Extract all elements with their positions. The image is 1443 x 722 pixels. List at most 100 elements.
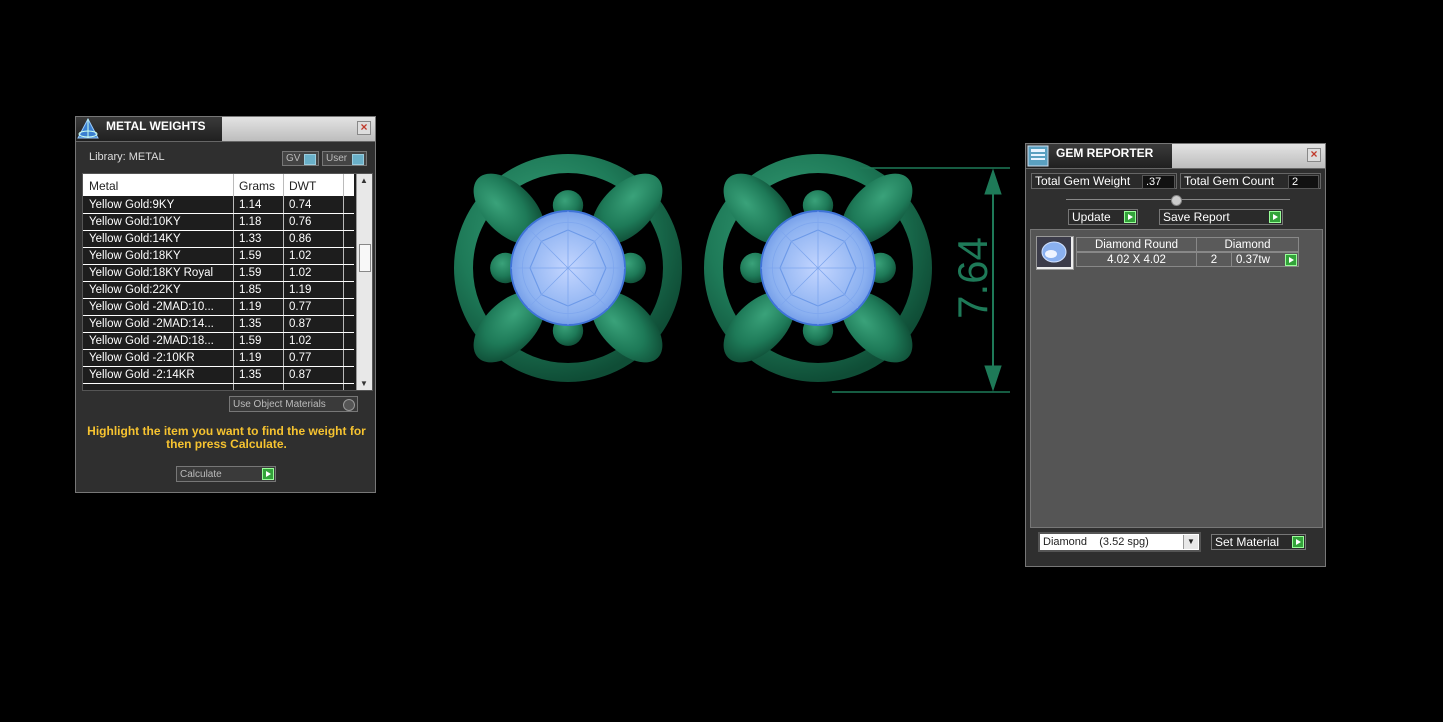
cell-dwt: 0.87 (289, 318, 312, 330)
metal-weights-panel: METAL WEIGHTS × Library: METAL GV User M… (75, 116, 376, 493)
cell-grams: 1.35 (239, 369, 262, 381)
table-row[interactable]: Yellow Gold:9KY 1.14 0.74 (83, 197, 354, 214)
3d-viewport[interactable]: 7.64 (440, 150, 1020, 410)
close-button[interactable]: × (357, 121, 371, 135)
set-material-label: Set Material (1215, 535, 1280, 549)
table-row[interactable]: Yellow Gold:18KY 1.59 1.02 (83, 248, 354, 265)
gem-size: 4.02 X 4.02 (1076, 252, 1197, 267)
chevron-down-icon[interactable]: ▼ (1183, 535, 1198, 549)
total-gem-weight-value: .37 (1142, 175, 1175, 189)
gem-thumbnail[interactable] (1036, 236, 1074, 270)
pyramid-icon (77, 117, 99, 139)
update-button[interactable]: Update (1068, 209, 1138, 225)
radio-icon[interactable] (343, 399, 355, 411)
scroll-down-icon[interactable]: ▼ (360, 379, 368, 388)
total-gem-weight-text: Total Gem Weight (1035, 174, 1131, 188)
cell-grams: 1.19 (239, 352, 262, 364)
table-row[interactable]: Yellow Gold -2MAD:14... 1.35 0.87 (83, 316, 354, 333)
cell-dwt: 0.77 (289, 352, 312, 364)
play-arrow-icon[interactable] (1269, 211, 1281, 223)
col-metal[interactable]: Metal (89, 179, 118, 193)
calculate-button[interactable]: Calculate (176, 466, 276, 482)
cell-grams: 1.59 (239, 335, 262, 347)
cell-dwt: 0.86 (289, 233, 312, 245)
use-object-materials-label: Use Object Materials (233, 399, 326, 410)
cell-grams: 1.19 (239, 301, 262, 313)
gv-toggle[interactable]: GV (282, 151, 319, 166)
table-row[interactable]: Yellow Gold:18KY Royal 1.59 1.02 (83, 265, 354, 282)
gem-reporter-titlebar[interactable]: GEM REPORTER × (1026, 144, 1325, 169)
cell-dwt: 1.19 (289, 284, 312, 296)
report-icon (1027, 145, 1049, 167)
metal-weights-titlebar[interactable]: METAL WEIGHTS × (76, 117, 375, 142)
gem-reporter-panel: GEM REPORTER × Total Gem Weight .37 Tota… (1025, 143, 1326, 567)
cell-metal: Yellow Gold:18KY (89, 250, 181, 262)
cell-metal: Yellow Gold:9KY (89, 199, 175, 211)
set-material-button[interactable]: Set Material (1211, 534, 1306, 550)
play-arrow-icon[interactable] (1292, 536, 1304, 548)
cell-grams: 1.35 (239, 318, 262, 330)
right-earring[interactable] (711, 161, 926, 376)
collapse-toggle-icon[interactable] (1171, 195, 1182, 206)
total-gem-count-value: 2 (1288, 175, 1319, 189)
left-earring[interactable] (461, 161, 676, 376)
gem-material: Diamond (1196, 237, 1299, 252)
user-toggle-label: User (326, 153, 348, 164)
dimension-label: 7.64 (949, 237, 996, 319)
table-row[interactable]: Yellow Gold:22KY 1.85 1.19 (83, 282, 354, 299)
table-row[interactable]: Yellow Gold -2MAD:10... 1.19 0.77 (83, 299, 354, 316)
gem-weight[interactable]: 0.37tw (1231, 252, 1299, 267)
table-row[interactable]: Yellow Gold:10KY 1.18 0.76 (83, 214, 354, 231)
save-report-button[interactable]: Save Report (1159, 209, 1283, 225)
cell-dwt: 0.87 (289, 369, 312, 381)
cell-grams: 1.14 (239, 199, 262, 211)
gv-toggle-label: GV (286, 153, 301, 164)
calculate-label: Calculate (180, 469, 222, 480)
cell-dwt: 1.02 (289, 267, 312, 279)
cell-dwt: 0.74 (289, 199, 312, 211)
play-arrow-icon[interactable] (1285, 254, 1297, 266)
cell-dwt: 0.77 (289, 301, 312, 313)
cell-metal: Yellow Gold -2:10KR (89, 352, 195, 364)
table-row[interactable]: Yellow Gold:14KY 1.33 0.86 (83, 231, 354, 248)
play-arrow-icon[interactable] (1124, 211, 1136, 223)
gem-count: 2 (1196, 252, 1232, 267)
cell-metal: Yellow Gold -2MAD:10... (89, 301, 214, 313)
cell-dwt: 1.02 (289, 250, 312, 262)
table-header: Metal Grams DWT (83, 174, 354, 196)
cell-metal: Yellow Gold:18KY Royal (89, 267, 214, 279)
col-grams[interactable]: Grams (239, 179, 275, 193)
table-row[interactable]: Yellow Gold -2:10KR 1.19 0.77 (83, 350, 354, 367)
cell-grams: 1.59 (239, 267, 262, 279)
cell-metal: Yellow Gold:14KY (89, 233, 181, 245)
cell-dwt: 0.76 (289, 216, 312, 228)
cell-grams: 1.18 (239, 216, 262, 228)
table-row[interactable]: Yellow Gold -2:14KR 1.35 0.87 (83, 367, 354, 384)
close-button[interactable]: × (1307, 148, 1321, 162)
scroll-up-icon[interactable]: ▲ (360, 176, 368, 185)
gem-shape: Diamond Round (1076, 237, 1197, 252)
scroll-thumb[interactable] (359, 244, 371, 272)
cell-grams: 1.59 (239, 250, 262, 262)
diamond-icon (1037, 237, 1071, 267)
cell-dwt: 1.02 (289, 335, 312, 347)
cell-grams: 1.33 (239, 233, 262, 245)
cell-metal: Yellow Gold:10KY (89, 216, 181, 228)
material-select[interactable]: Diamond (3.52 spg) ▼ (1038, 532, 1201, 552)
save-report-label: Save Report (1163, 210, 1230, 224)
table-row[interactable]: Yellow Gold -2MAD:18... 1.59 1.02 (83, 333, 354, 350)
update-label: Update (1072, 210, 1111, 224)
cell-metal: Yellow Gold -2:14KR (89, 369, 195, 381)
library-label: Library: METAL (89, 151, 165, 163)
gem-weight-text: 0.37tw (1236, 254, 1270, 266)
user-toggle[interactable]: User (322, 151, 367, 166)
cell-metal: Yellow Gold:22KY (89, 284, 181, 296)
play-arrow-icon[interactable] (262, 468, 274, 480)
col-dwt[interactable]: DWT (289, 179, 316, 193)
metal-rows: Yellow Gold:9KY 1.14 0.74 Yellow Gold:10KY 1… (83, 197, 354, 384)
total-gem-count-text: Total Gem Count (1184, 174, 1275, 188)
table-scrollbar[interactable]: ▲ ▼ (356, 174, 372, 390)
hint-text: Highlight the item you want to find the … (87, 424, 366, 451)
metal-table: Metal Grams DWT Yellow Gold:9KY 1.14 0.74 Y… (82, 173, 373, 391)
use-object-materials-option[interactable]: Use Object Materials (229, 396, 358, 412)
